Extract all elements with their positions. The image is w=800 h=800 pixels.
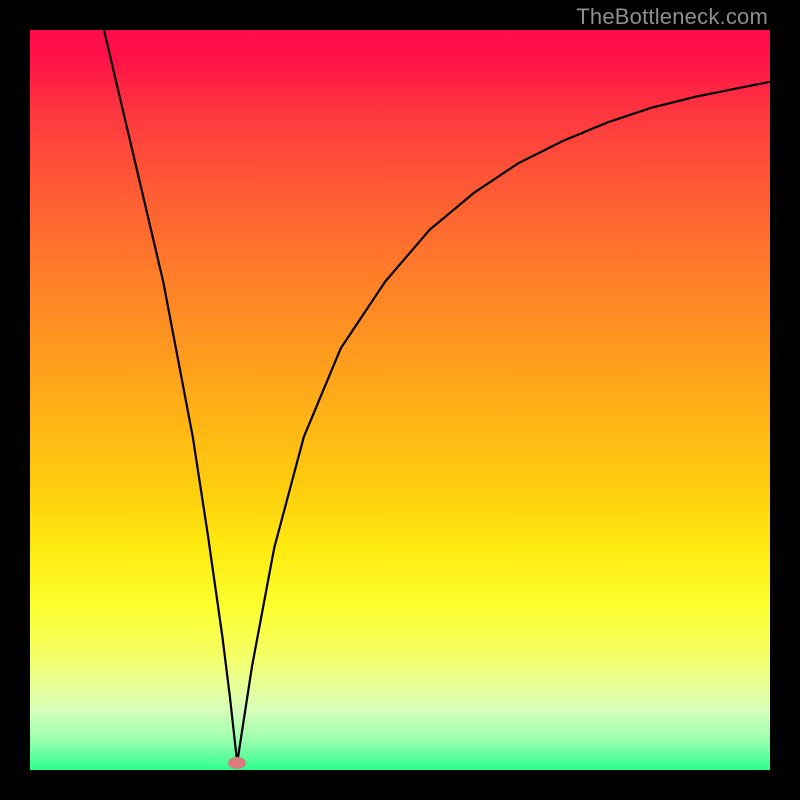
curve-path: [104, 30, 770, 763]
watermark-text: TheBottleneck.com: [576, 4, 768, 30]
plot-area: [30, 30, 770, 770]
curve-svg: [30, 30, 770, 770]
chart-frame: TheBottleneck.com: [0, 0, 800, 800]
minimum-marker: [228, 757, 246, 769]
